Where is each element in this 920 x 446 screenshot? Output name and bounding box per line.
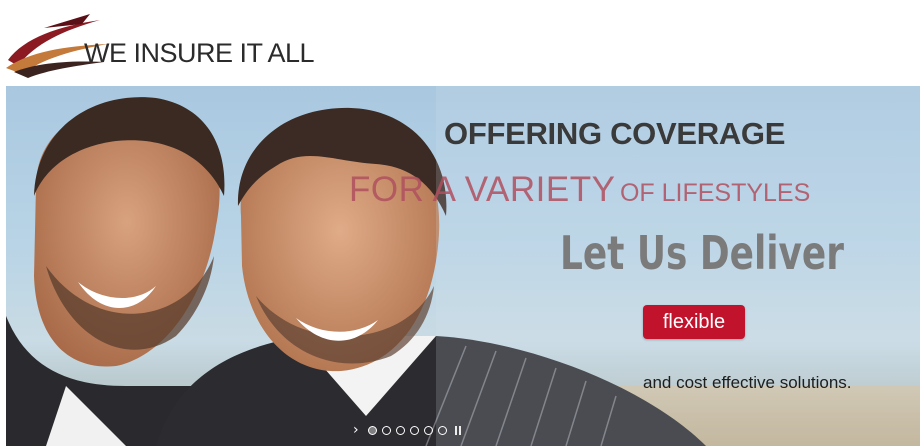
site-header: WE INSURE IT ALL bbox=[0, 0, 920, 86]
hero-slider: OFFERING COVERAGE FOR A VARIETY OF LIFES… bbox=[6, 86, 920, 446]
slider-controls: › bbox=[353, 422, 461, 438]
tagline: and cost effective solutions. bbox=[643, 373, 852, 392]
flexible-badge[interactable]: flexible bbox=[643, 305, 745, 339]
headline-variety: FOR A VARIETY bbox=[349, 170, 616, 209]
headline-let-us-deliver: Let Us Deliver bbox=[560, 226, 844, 280]
logo-text: WE INSURE IT ALL bbox=[84, 38, 315, 68]
slider-dot-5[interactable] bbox=[424, 425, 433, 435]
slider-dot-6[interactable] bbox=[438, 425, 447, 435]
site-logo[interactable]: WE INSURE IT ALL bbox=[4, 8, 384, 80]
slider-dot-3[interactable] bbox=[396, 425, 405, 435]
pause-icon[interactable] bbox=[455, 425, 461, 435]
headline-variety-lifestyles: FOR A VARIETY OF LIFESTYLES bbox=[349, 170, 810, 210]
headline-lifestyles: OF LIFESTYLES bbox=[619, 179, 811, 207]
slider-dot-2[interactable] bbox=[382, 425, 391, 435]
slider-dot-4[interactable] bbox=[410, 425, 419, 435]
headline-offering-coverage: OFFERING COVERAGE bbox=[444, 116, 786, 151]
slider-dot-1[interactable] bbox=[368, 425, 377, 435]
next-arrow-icon[interactable]: › bbox=[353, 423, 363, 437]
